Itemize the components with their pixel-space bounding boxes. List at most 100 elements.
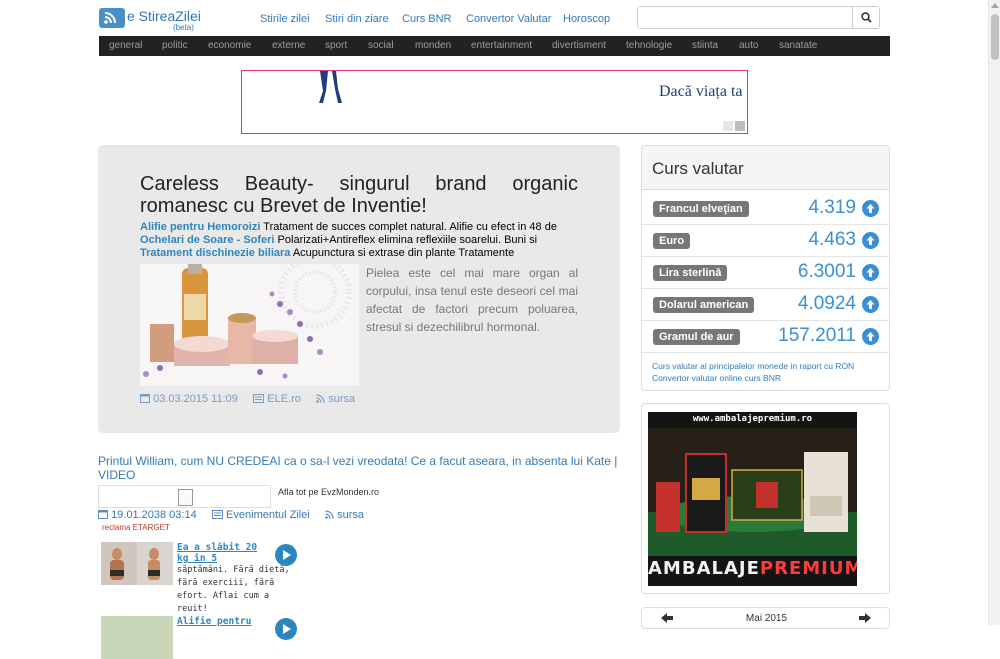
featured-date: 03.03.2015 11:09	[153, 393, 238, 405]
rate-value: 157.2011	[778, 325, 856, 346]
sidebar-ad[interactable]: www.ambalajepremium.ro AMBALAJEPREMIUM	[641, 403, 890, 594]
featured-story: Careless Beauty- singurul brand organic …	[98, 145, 620, 433]
category-economie[interactable]: economie	[208, 40, 251, 51]
ad-url-text: www.ambalajepremium.ro	[692, 414, 813, 424]
calendar-icon	[98, 509, 108, 522]
promo-description: săptămâni. Fără dietă, fără exerciii, fă…	[177, 565, 290, 614]
featured-sursa-link[interactable]: sursa	[328, 393, 355, 405]
site-logo[interactable]: e StireaZilei (beta)	[99, 7, 209, 32]
rss-icon	[316, 394, 325, 406]
text-ad-description: Polarizati+Antireflex elimina reflexiile…	[274, 234, 538, 246]
rate-value: 4.319	[808, 197, 856, 218]
featured-photo[interactable]	[140, 264, 359, 386]
promo-title-link[interactable]: Ea a slăbit 20 kg în 5	[177, 542, 272, 564]
banner-text: Dacă viața ta	[659, 83, 743, 100]
featured-excerpt: Pielea este cel mai mare organ al corpul…	[366, 266, 578, 334]
category-general[interactable]: general	[109, 40, 142, 51]
category-sport[interactable]: sport	[325, 40, 347, 51]
category-social[interactable]: social	[368, 40, 394, 51]
story-title-link[interactable]: Printul William, cum NU CREDEAI ca o sa-…	[98, 454, 623, 482]
rate-row: Lira sterlină 6.3001	[642, 257, 889, 289]
play-arrow-icon[interactable]	[275, 544, 297, 566]
text-ad-link[interactable]: Alifie pentru Hemoroizi	[140, 221, 260, 233]
category-sanatate[interactable]: sanatate	[779, 40, 817, 51]
rate-row: Euro 4.463	[642, 225, 889, 257]
category-tehnologie[interactable]: tehnologie	[626, 40, 672, 51]
featured-title-line2[interactable]: romanesc cu Brevet de Inventie!	[140, 195, 427, 218]
category-divertisment[interactable]: divertisment	[552, 40, 606, 51]
nav-link-curs-bnr[interactable]: Curs BNR	[402, 13, 452, 25]
text-ad-description: Acupunctura si extrase din plante Tratam…	[290, 247, 515, 259]
nav-link-stirile-zilei[interactable]: Stirile zilei	[260, 13, 310, 25]
nav-link-stiri-din-ziare[interactable]: Stiri din ziare	[325, 13, 389, 25]
rss-icon	[325, 510, 334, 522]
text-ad-line: Tratament dischinezie biliara Acupunctur…	[140, 247, 580, 259]
category-politic[interactable]: politic	[162, 40, 188, 51]
currency-badge: Francul elveţian	[653, 201, 749, 217]
ad-brand-highlight: PREMIUM	[759, 558, 857, 579]
promo-title-link[interactable]: Alifie pentru	[177, 616, 272, 627]
currency-badge: Gramul de aur	[653, 329, 740, 345]
currency-badge: Lira sterlină	[653, 265, 728, 281]
banner-ad[interactable]: Dacă viața ta	[241, 70, 748, 134]
text-ad-line: Alifie pentru Hemoroizi Tratament de suc…	[140, 221, 580, 233]
arrow-up-icon	[862, 200, 879, 217]
exchange-rates-panel: Curs valutar Francul elveţian 4.319 Euro…	[641, 145, 890, 391]
rates-link[interactable]: Curs valutar al principalelor monede in …	[652, 360, 854, 372]
search-button[interactable]	[852, 7, 879, 28]
calendar-widget: Mai 2015	[641, 607, 890, 629]
rate-row: Gramul de aur 157.2011	[642, 321, 889, 353]
featured-source[interactable]: ELE.ro	[267, 393, 301, 405]
rss-logo-icon	[99, 8, 125, 28]
embed-label: Afla tot pe EvzMonden.ro	[278, 487, 380, 497]
sponsored-label: reclama ETARGET	[102, 523, 170, 532]
story-meta: 19.01.2038 03:14 Evenimentul Zilei sursa	[98, 509, 364, 522]
currency-badge: Euro	[653, 233, 691, 249]
nav-link-horoscop[interactable]: Horoscop	[563, 13, 610, 25]
newspaper-icon	[211, 510, 223, 522]
category-entertainment[interactable]: entertainment	[471, 40, 532, 51]
featured-title-line1[interactable]: Careless Beauty- singurul brand organic	[140, 173, 578, 195]
converter-link[interactable]: Convertor valutar online curs BNR	[652, 372, 854, 384]
play-arrow-icon[interactable]	[275, 618, 297, 640]
banner-figure-image	[319, 71, 342, 103]
promo-thumbnail[interactable]	[101, 542, 173, 585]
category-auto[interactable]: auto	[739, 40, 758, 51]
scroll-up-arrow-icon[interactable]	[991, 3, 999, 8]
arrow-up-icon	[862, 296, 879, 313]
rate-row: Francul elveţian 4.319	[642, 193, 889, 225]
page-scrollbar[interactable]	[988, 0, 1000, 625]
story-sursa-link[interactable]: sursa	[337, 509, 364, 521]
text-ad-link[interactable]: Tratament dischinezie biliara	[140, 247, 290, 259]
ad-brand-text: AMBALAJEPREMIUM	[648, 558, 857, 579]
rate-row: Dolarul american 4.0924	[642, 289, 889, 321]
ad-brand-part: AMBALAJE	[648, 558, 760, 579]
ad-info-icon[interactable]	[723, 121, 733, 131]
panel-title: Curs valutar	[652, 159, 744, 178]
document-icon	[178, 489, 193, 506]
nav-link-convertor-valutar[interactable]: Convertor Valutar	[466, 13, 551, 25]
promo-thumbnail[interactable]	[101, 616, 173, 659]
arrow-right-icon[interactable]	[858, 612, 872, 624]
currency-badge: Dolarul american	[653, 297, 755, 313]
newspaper-icon	[253, 394, 265, 406]
panel-links: Curs valutar al principalelor monede in …	[652, 360, 854, 384]
search-input[interactable]	[638, 7, 853, 28]
category-monden[interactable]: monden	[415, 40, 451, 51]
search-icon	[861, 12, 872, 23]
story-source[interactable]: Evenimentul Zilei	[226, 509, 310, 521]
ad-next-icon[interactable]	[735, 121, 745, 131]
video-embed[interactable]	[98, 485, 271, 508]
calendar-month: Mai 2015	[745, 613, 788, 624]
panel-header: Curs valutar	[642, 146, 889, 190]
arrow-up-icon	[862, 232, 879, 249]
site-name: e StireaZilei	[127, 8, 201, 24]
category-stiinta[interactable]: stiinta	[692, 40, 718, 51]
text-ad-line: Ochelari de Soare - Soferi Polarizati+An…	[140, 234, 580, 246]
rate-value: 4.0924	[797, 293, 856, 314]
calendar-icon	[140, 393, 150, 406]
scrollbar-thumb[interactable]	[991, 14, 999, 60]
category-externe[interactable]: externe	[272, 40, 305, 51]
arrow-up-icon	[862, 264, 879, 281]
text-ad-link[interactable]: Ochelari de Soare - Soferi	[140, 234, 275, 246]
